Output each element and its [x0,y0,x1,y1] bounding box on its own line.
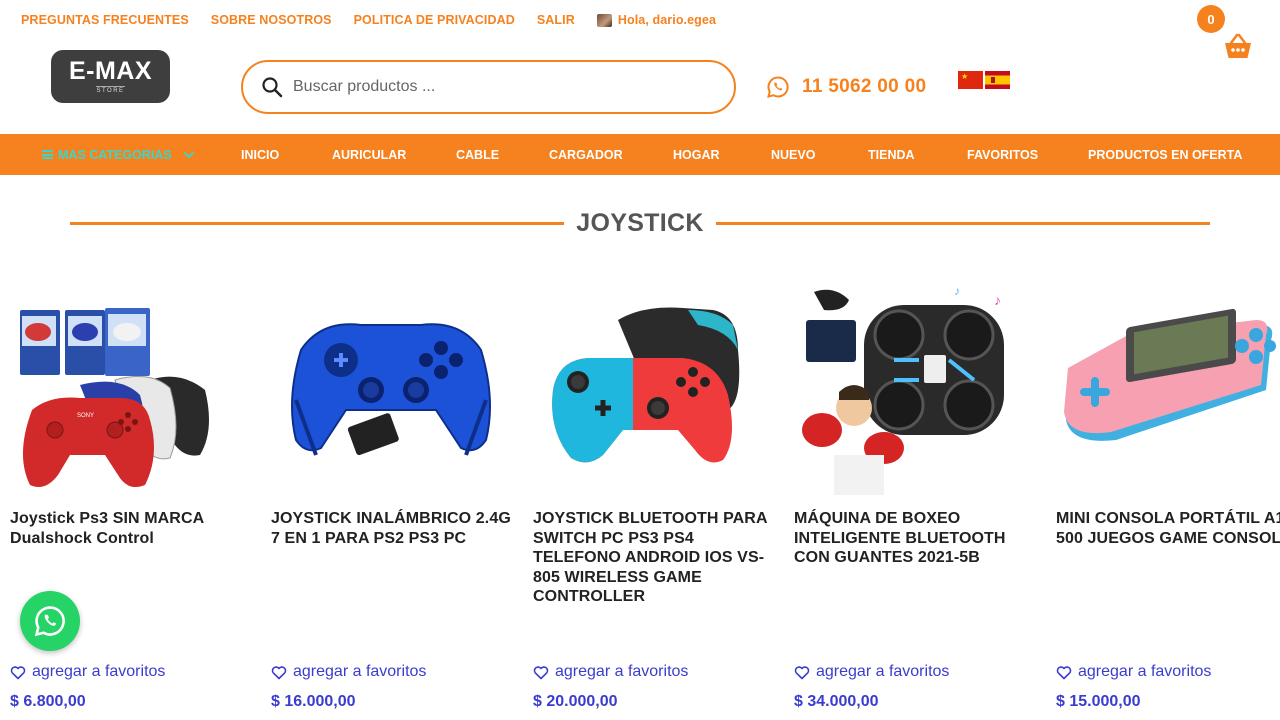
user-avatar [596,13,612,27]
categories-dropdown[interactable]: MAS CATEGORIAS [42,134,195,175]
product-price: $ 20.000,00 [533,693,618,710]
logo-subtitle: STORE [96,86,125,94]
heart-icon [10,665,26,679]
product-price: $ 15.000,00 [1056,693,1141,710]
nav-item-favoritos[interactable]: FAVORITOS [967,134,1038,175]
svg-text:♪: ♪ [954,284,960,298]
top-links: PREGUNTAS FRECUENTES SOBRE NOSOTROS POLI… [21,13,716,27]
product-image[interactable] [533,280,773,495]
product-card: ♪ ♪ MÁQUINA DE BOXEO INTELIGENTE BLUETOO… [794,280,1034,720]
product-price: $ 6.800,00 [10,693,86,710]
menu-icon [42,150,53,159]
china-flag-icon[interactable]: ★ [958,71,983,89]
nav-item-cable[interactable]: CABLE [456,134,499,175]
nav-item-ofertas[interactable]: PRODUCTOS EN OFERTA [1088,134,1242,175]
site-logo[interactable]: E-MAX STORE [51,50,170,103]
user-account-link[interactable]: Hola, dario.egea [596,13,717,27]
heart-icon [794,665,810,679]
favorites-label: agregar a favoritos [1078,663,1212,680]
favorites-label: agregar a favoritos [293,663,427,680]
favorites-label: agregar a favoritos [555,663,689,680]
product-image[interactable]: ♪ ♪ [794,280,1034,495]
basket-icon [1225,33,1251,58]
spain-flag-icon[interactable] [985,71,1010,89]
about-link[interactable]: SOBRE NOSOTROS [211,13,332,27]
section-title: JOYSTICK [576,208,704,237]
divider-line [70,221,565,225]
faq-link[interactable]: PREGUNTAS FRECUENTES [21,13,189,27]
add-to-favorites-button[interactable]: agregar a favoritos [1056,663,1211,681]
product-name[interactable]: MÁQUINA DE BOXEO INTELIGENTE BLUETOOTH C… [794,509,1034,568]
favorites-label: agregar a favoritos [816,663,950,680]
nav-item-nuevo[interactable]: NUEVO [771,134,815,175]
logo-text: E-MAX [68,57,153,85]
logout-link[interactable]: SALIR [537,13,575,27]
nav-item-hogar[interactable]: HOGAR [673,134,720,175]
whatsapp-chat-button[interactable] [20,591,80,651]
categories-label: MAS CATEGORIAS [58,147,172,162]
nav-item-tienda[interactable]: TIENDA [868,134,915,175]
favorites-label: agregar a favoritos [32,663,166,680]
product-card: SONY Joystick Ps3 SIN MARCA Dualshock Co… [10,280,250,720]
product-card: JOYSTICK INALÁMBRICO 2.4G 7 EN 1 PARA PS… [271,280,511,720]
heart-icon [271,665,287,679]
whatsapp-icon [34,606,65,637]
nav-item-cargador[interactable]: CARGADOR [549,134,623,175]
chevron-down-icon [183,151,194,158]
svg-text:♪: ♪ [994,292,1001,308]
product-name[interactable]: JOYSTICK BLUETOOTH PARA SWITCH PC PS3 PS… [533,509,773,607]
product-image[interactable] [271,280,511,495]
whatsapp-icon [767,76,789,98]
search-input[interactable] [293,78,693,96]
add-to-favorites-button[interactable]: agregar a favoritos [271,663,426,681]
product-price: $ 16.000,00 [271,693,356,710]
add-to-favorites-button[interactable]: agregar a favoritos [533,663,688,681]
logo-wordmark: E-MAX [69,59,152,84]
nav-item-inicio[interactable]: INICIO [241,134,279,175]
heart-icon [533,665,549,679]
divider-line [715,221,1210,225]
main-nav: MAS CATEGORIAS INICIO AURICULAR CABLE CA… [0,134,1280,175]
section-header: JOYSTICK [70,208,1210,238]
product-image[interactable]: SONY [10,280,250,495]
user-greeting: Hola, dario.egea [617,13,717,27]
product-card: JOYSTICK BLUETOOTH PARA SWITCH PC PS3 PS… [533,280,773,720]
page: PREGUNTAS FRECUENTES SOBRE NOSOTROS POLI… [0,0,1280,720]
nav-item-auricular[interactable]: AURICULAR [332,134,406,175]
add-to-favorites-button[interactable]: agregar a favoritos [10,663,165,681]
svg-text:SONY: SONY [77,413,94,419]
heart-icon [1056,665,1072,679]
product-card: MINI CONSOLA PORTÁTIL A15 500 JUEGOS GAM… [1056,280,1280,720]
search-icon[interactable] [261,76,283,98]
privacy-link[interactable]: POLITICA DE PRIVACIDAD [354,13,515,27]
add-to-favorites-button[interactable]: agregar a favoritos [794,663,949,681]
product-name[interactable]: JOYSTICK INALÁMBRICO 2.4G 7 EN 1 PARA PS… [271,509,511,548]
contact-phone[interactable]: 11 5062 00 00 [766,75,926,99]
cart-button[interactable]: 0 [1196,5,1260,65]
search-bar [241,60,736,114]
phone-number: 11 5062 00 00 [802,76,927,97]
language-selector: ★ [958,71,1010,89]
product-name[interactable]: Joystick Ps3 SIN MARCA Dualshock Control [10,509,250,548]
product-image[interactable] [1056,280,1280,495]
cart-count-badge: 0 [1197,5,1225,33]
product-price: $ 34.000,00 [794,693,879,710]
product-name[interactable]: MINI CONSOLA PORTÁTIL A15 500 JUEGOS GAM… [1056,509,1280,548]
